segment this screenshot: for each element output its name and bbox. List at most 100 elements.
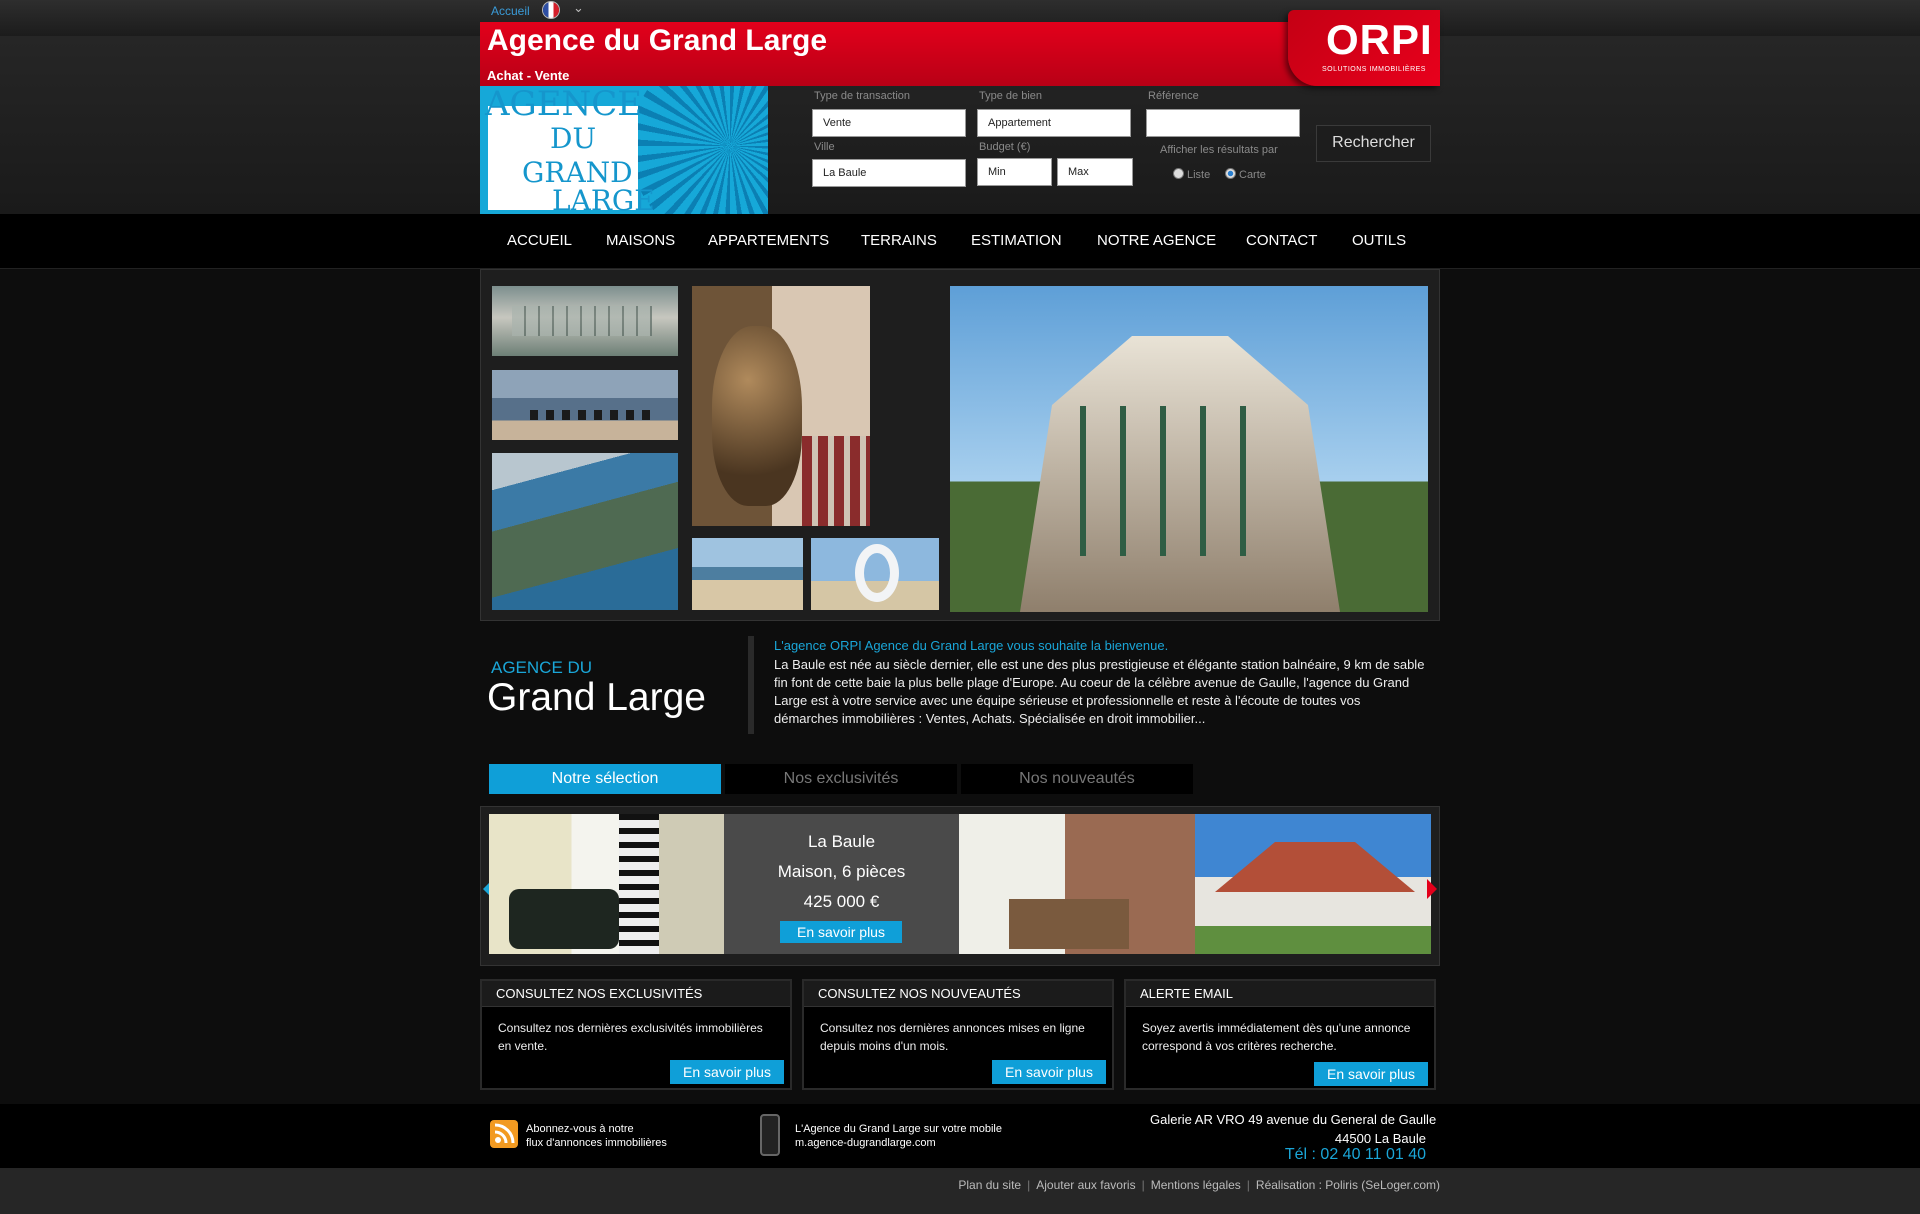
budget-label: Budget (€) [979,141,1031,153]
horse-riders-silhouette [530,410,650,420]
agency-phone[interactable]: Tél : 02 40 11 01 40 [1180,1146,1426,1164]
radio-list-icon[interactable] [1173,168,1184,179]
villa-timber-frame [1080,406,1280,556]
featured-price: 425 000 € [803,892,880,911]
gallery-photo-salt-marsh[interactable] [492,286,678,356]
display-mode-label: Afficher les résultats par [1160,144,1278,156]
address-line1: Galerie AR VRO 49 avenue du General de G… [1150,1112,1437,1127]
display-map-radio[interactable]: Carte [1225,168,1266,181]
featured-city: La Baule [807,832,876,851]
gallery-photo-lifebuoy[interactable] [811,538,939,610]
welcome-heading-large: Grand Large [487,676,706,719]
photo-gallery [480,269,1440,621]
rss-feed-icon[interactable] [490,1120,518,1148]
featured-listing-panel[interactable]: La Baule Maison, 6 pièces 425 000 € En s… [724,814,959,954]
radio-map-icon[interactable] [1225,168,1236,179]
promo-text-alerte-email: Soyez avertis immédiatement dès qu'une a… [1142,1021,1411,1053]
mobile-site-link[interactable]: m.agence-dugrandlarge.com [795,1136,936,1150]
chevron-down-icon[interactable]: ⌄ [573,0,584,16]
gallery-photo-aerial-coast[interactable] [492,453,678,610]
reference-input[interactable] [1146,109,1300,137]
featured-type: Maison, 6 pièces [777,862,906,881]
transaction-type-label: Type de transaction [814,90,911,102]
nav-estimation[interactable]: ESTIMATION [971,232,1062,249]
logo-text-large: LARGE [552,184,655,214]
rss-glyph [494,1123,515,1144]
nav-notre-agence[interactable]: NOTRE AGENCE [1097,232,1216,249]
footer-separator: | [1141,1178,1145,1192]
agency-subtitle: Achat - Vente [487,68,570,83]
agency-logo[interactable]: AGENCE DU GRAND LARGE [480,86,768,214]
listing-photo-dining-room[interactable] [959,814,1195,954]
agency-title: Agence du Grand Large [487,24,828,57]
promo-title-alerte-email: ALERTE EMAIL [1126,981,1434,1007]
display-map-label: Carte [1239,169,1266,181]
dining-table-detail [1009,899,1129,949]
nav-terrains[interactable]: TERRAINS [861,232,937,249]
promo-button-nouveautes[interactable]: En savoir plus [992,1060,1106,1084]
house-roof-detail [1215,842,1415,892]
gallery-photo-beach-riders[interactable] [492,370,678,440]
orpi-logo[interactable]: ORPI SOLUTIONS IMMOBILIÈRES [1288,10,1440,86]
reference-label: Référence [1148,90,1199,102]
listing-photo-living-room[interactable] [489,814,724,954]
footer-separator: | [1027,1178,1031,1192]
gallery-photo-statue-station[interactable] [692,286,870,526]
footer-link-plan-du-site[interactable]: Plan du site [958,1178,1021,1192]
city-label: Ville [814,141,835,153]
search-button[interactable]: Rechercher [1316,125,1431,162]
promo-box-exclusivites: CONSULTEZ NOS EXCLUSIVITÉS Consultez nos… [480,979,792,1090]
lifebuoy-ring [855,544,899,602]
welcome-lead: L'agence ORPI Agence du Grand Large vous… [774,638,1169,653]
welcome-body: La Baule est née au siècle dernier, elle… [774,657,1425,726]
promo-box-nouveautes: CONSULTEZ NOS NOUVEAUTÉS Consultez nos d… [802,979,1114,1090]
featured-details-button[interactable]: En savoir plus [780,921,902,943]
bronze-statue [712,326,802,506]
welcome-heading-small: AGENCE DU [491,658,593,677]
agency-address: Galerie AR VRO 49 avenue du General de G… [1150,1110,1436,1148]
display-list-radio[interactable]: Liste [1173,168,1210,181]
carousel-next-arrow-icon[interactable] [1427,879,1437,899]
gallery-photo-villa[interactable] [950,286,1428,612]
orpi-logo-name: ORPI [1326,16,1433,63]
page-container: Accueil ⌄ Agence du Grand Large Achat - … [480,0,1440,1214]
footer-link-favoris[interactable]: Ajouter aux favoris [1036,1178,1135,1192]
sofa-detail [509,889,619,949]
tab-nos-exclusivites[interactable]: Nos exclusivités [725,764,957,794]
promo-button-exclusivites[interactable]: En savoir plus [670,1060,784,1084]
tab-nos-nouveautes[interactable]: Nos nouveautés [961,764,1193,794]
logo-text-agence: AGENCE [485,86,643,124]
nav-accueil[interactable]: ACCUEIL [507,232,572,249]
listing-photo-house[interactable] [1195,814,1431,954]
tab-notre-selection[interactable]: Notre sélection [489,764,721,794]
property-type-label: Type de bien [979,90,1042,102]
listing-carousel: La Baule Maison, 6 pièces 425 000 € En s… [480,806,1440,966]
promo-button-alerte-email[interactable]: En savoir plus [1314,1062,1428,1086]
orpi-logo-tagline: SOLUTIONS IMMOBILIÈRES [1322,66,1426,73]
footer-link-mentions-legales[interactable]: Mentions légales [1151,1178,1241,1192]
mobile-text-line1[interactable]: L'Agence du Grand Large sur votre mobile [795,1122,1002,1136]
nav-appartements[interactable]: APPARTEMENTS [708,232,829,249]
footer-separator: | [1246,1178,1250,1192]
nav-maisons[interactable]: MAISONS [606,232,675,249]
footer-links: Plan du site | Ajouter aux favoris | Mention… [880,1178,1440,1192]
welcome-divider [748,636,754,734]
gallery-photo-beach[interactable] [692,538,803,610]
nav-outils[interactable]: OUTILS [1352,232,1406,249]
budget-min-input[interactable]: Min [977,158,1052,186]
rss-text-line1[interactable]: Abonnez-vous à notre [526,1122,634,1136]
footer-link-realisation[interactable]: Réalisation : Poliris (SeLoger.com) [1256,1178,1440,1192]
promo-text-exclusivites: Consultez nos dernières exclusivités imm… [498,1021,763,1053]
mobile-phone-icon[interactable] [760,1114,780,1156]
city-input[interactable]: La Baule [812,159,966,187]
budget-max-input[interactable]: Max [1057,158,1133,186]
logo-text-du: DU [550,122,597,155]
promo-title-nouveautes: CONSULTEZ NOS NOUVEAUTÉS [804,981,1112,1007]
display-list-label: Liste [1187,169,1211,181]
property-type-select[interactable]: Appartement [977,109,1131,137]
french-flag-icon[interactable] [543,2,559,18]
rss-text-line2[interactable]: flux d'annonces immobilières [526,1136,667,1150]
nav-contact[interactable]: CONTACT [1246,232,1317,249]
transaction-type-select[interactable]: Vente [812,109,966,137]
station-facade [802,436,870,526]
